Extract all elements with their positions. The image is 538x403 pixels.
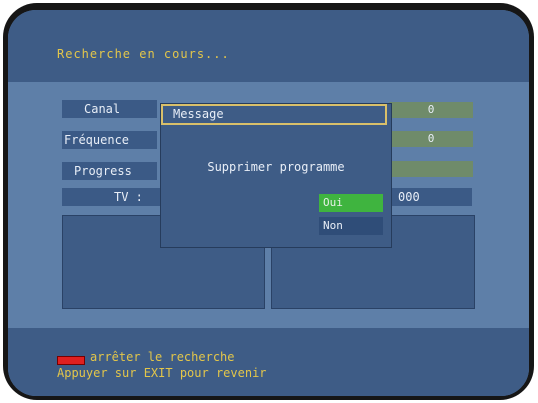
tv-value-text: 000 (398, 190, 420, 204)
footer-band (8, 328, 529, 396)
screen: Recherche en cours... Canal Fréquence Pr… (8, 10, 529, 396)
progress-label-text: Progress (74, 164, 132, 178)
stop-search-text: arrêter le recherche (90, 350, 235, 364)
progress-label: Progress (62, 162, 157, 180)
frequence-value: 0 (389, 131, 473, 147)
frequence-label-text: Fréquence (64, 133, 130, 147)
yes-button[interactable]: Oui (319, 194, 383, 212)
page-title: Recherche en cours... (57, 47, 230, 61)
exit-hint-text: Appuyer sur EXIT pour revenir (57, 366, 267, 380)
header-band: Recherche en cours... (8, 10, 529, 82)
red-key-icon (57, 356, 85, 365)
canal-value: 0 (389, 102, 473, 118)
progress-bar (389, 161, 473, 177)
message-dialog: Message Supprimer programme Oui Non (160, 103, 392, 248)
tv-label-text: TV : (114, 190, 143, 204)
canal-label: Canal (62, 100, 157, 118)
frequence-label: Fréquence (62, 131, 157, 149)
canal-label-text: Canal (84, 102, 121, 116)
dialog-message: Supprimer programme (207, 160, 345, 174)
dialog-title: Message (161, 104, 387, 125)
no-button[interactable]: Non (319, 217, 383, 235)
